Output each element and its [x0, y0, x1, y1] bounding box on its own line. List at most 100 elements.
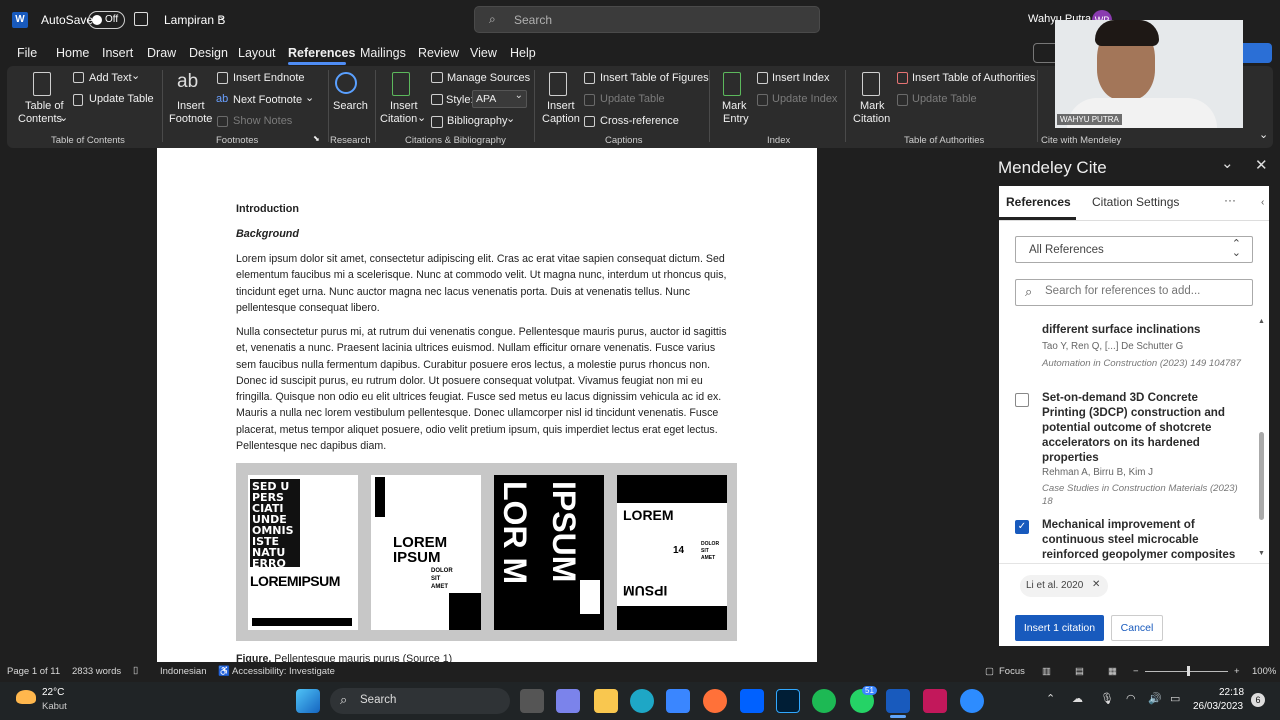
scrollbar-thumb[interactable]: [1259, 432, 1264, 520]
doc-figure[interactable]: SED U PERS CIATI UNDE OMNIS ISTE NATU ERRO SIT L…: [236, 463, 737, 641]
next-footnote-dropdown-icon[interactable]: ⌄: [305, 91, 314, 104]
update-table-button[interactable]: Update Table: [89, 93, 154, 105]
list-scrollbar[interactable]: ▲ ▼: [1257, 318, 1266, 562]
proofing-icon[interactable]: ▯: [133, 665, 138, 676]
mark-citation-line2[interactable]: Citation: [853, 113, 890, 125]
update-table-captions-button[interactable]: Update Table: [600, 93, 665, 105]
document-page[interactable]: Introduction Background Lorem ipsum dolo…: [157, 148, 817, 662]
teams-chat-icon[interactable]: [556, 689, 580, 713]
mark-entry-line1[interactable]: Mark: [722, 100, 746, 112]
insert-caption-line2[interactable]: Caption: [542, 113, 580, 125]
focus-button[interactable]: Focus: [999, 666, 1025, 677]
firefox-icon[interactable]: [703, 689, 727, 713]
update-toa-button[interactable]: Update Table: [912, 93, 977, 105]
reference-list[interactable]: different surface inclinations Tao Y, Re…: [999, 320, 1259, 562]
microphone-icon[interactable]: 🎙: [1100, 692, 1114, 705]
file-explorer-icon[interactable]: [594, 689, 618, 713]
language[interactable]: Indonesian: [160, 666, 206, 677]
zoom-slider[interactable]: [1145, 666, 1228, 676]
edge-icon[interactable]: [630, 689, 654, 713]
manage-sources-button[interactable]: Manage Sources: [447, 72, 530, 84]
microsoft-store-icon[interactable]: [666, 689, 690, 713]
autosave-toggle[interactable]: Off: [88, 11, 125, 29]
wifi-icon[interactable]: ◠: [1126, 692, 1136, 705]
citation-chip[interactable]: Li et al. 2020 ✕: [1020, 575, 1108, 597]
notification-count[interactable]: 6: [1251, 693, 1265, 707]
cross-reference-button[interactable]: Cross-reference: [600, 115, 679, 127]
insert-citation-line2[interactable]: Citation: [380, 113, 417, 125]
weather-icon[interactable]: [16, 690, 36, 704]
insert-table-of-authorities-button[interactable]: Insert Table of Authorities: [912, 72, 1035, 84]
menu-file[interactable]: File: [17, 46, 37, 60]
insert-endnote-button[interactable]: Insert Endnote: [233, 72, 305, 84]
scroll-up-icon[interactable]: ▲: [1258, 318, 1265, 325]
search-box[interactable]: ⌕ Search: [474, 6, 820, 33]
update-index-button[interactable]: Update Index: [772, 93, 837, 105]
insert-caption-line1[interactable]: Insert: [547, 100, 575, 112]
clock-date[interactable]: 26/03/2023: [1193, 701, 1243, 712]
more-options-icon[interactable]: ···: [1224, 193, 1236, 207]
web-layout-icon[interactable]: ▦: [1108, 666, 1117, 677]
cancel-button[interactable]: Cancel: [1111, 615, 1163, 641]
mendeley-taskbar-icon[interactable]: [923, 689, 947, 713]
dropbox-icon[interactable]: [740, 689, 764, 713]
accessibility-status[interactable]: Accessibility: Investigate: [232, 666, 335, 677]
insert-index-button[interactable]: Insert Index: [772, 72, 829, 84]
bibliography-button[interactable]: Bibliography: [447, 115, 508, 127]
insert-citation-line1[interactable]: Insert: [390, 100, 418, 112]
reference-search-input[interactable]: [1045, 285, 1245, 297]
document-name[interactable]: Lampiran B: [164, 13, 225, 27]
task-view-icon[interactable]: [520, 689, 544, 713]
menu-view[interactable]: View: [470, 46, 497, 60]
weather-condition[interactable]: Kabut: [42, 701, 67, 712]
close-icon[interactable]: ✕: [1255, 156, 1268, 174]
menu-layout[interactable]: Layout: [238, 46, 276, 60]
menu-mailings[interactable]: Mailings: [360, 46, 406, 60]
word-taskbar-icon[interactable]: [886, 689, 910, 713]
scroll-down-icon[interactable]: ▼: [1258, 550, 1265, 557]
network-icon[interactable]: ☁: [1072, 692, 1083, 705]
panel-collapse-icon[interactable]: ⌄: [1221, 154, 1234, 172]
panel-side-arrow-icon[interactable]: ‹: [1261, 197, 1264, 208]
zoom-icon[interactable]: [960, 689, 984, 713]
insert-footnote-line2[interactable]: Footnote: [169, 113, 212, 125]
toc-dropdown-icon[interactable]: ⌄: [59, 111, 68, 124]
mark-entry-line2[interactable]: Entry: [723, 113, 749, 125]
show-notes-button[interactable]: Show Notes: [233, 115, 292, 127]
tab-references[interactable]: References: [1006, 195, 1071, 209]
volume-icon[interactable]: 🔊: [1148, 692, 1162, 705]
footnotes-dialog-launcher-icon[interactable]: ⬊: [313, 134, 320, 143]
menu-home[interactable]: Home: [56, 46, 89, 60]
next-footnote-button[interactable]: Next Footnote: [233, 94, 302, 106]
reference-checkbox[interactable]: [1015, 393, 1029, 407]
zoom-out-icon[interactable]: −: [1133, 666, 1139, 677]
chevron-down-icon[interactable]: ⌄: [218, 11, 226, 22]
word-count[interactable]: 2833 words: [72, 666, 121, 677]
weather-temp[interactable]: 22°C: [42, 687, 64, 698]
print-layout-icon[interactable]: ▤: [1075, 666, 1084, 677]
bibliography-dropdown-icon[interactable]: ⌄: [506, 112, 515, 125]
chevron-up-icon[interactable]: ⌃: [1046, 692, 1055, 705]
zoom-slider-thumb[interactable]: [1187, 666, 1190, 676]
menu-design[interactable]: Design: [189, 46, 228, 60]
read-mode-icon[interactable]: ▥: [1042, 666, 1051, 677]
menu-draw[interactable]: Draw: [147, 46, 176, 60]
toc-button-line1[interactable]: Table of: [25, 100, 64, 112]
tab-citation-settings[interactable]: Citation Settings: [1092, 195, 1179, 209]
toc-button-line2[interactable]: Contents: [18, 113, 62, 125]
insert-table-of-figures-button[interactable]: Insert Table of Figures: [600, 72, 709, 84]
research-search-button[interactable]: Search: [333, 100, 368, 112]
reference-checkbox-checked[interactable]: ✓: [1015, 520, 1029, 534]
collapse-ribbon-icon[interactable]: ⌄: [1259, 128, 1268, 141]
menu-review[interactable]: Review: [418, 46, 459, 60]
menu-references[interactable]: References: [288, 46, 355, 60]
photoshop-icon[interactable]: [776, 689, 800, 713]
windows-start-icon[interactable]: [296, 689, 320, 713]
filter-select[interactable]: All References ⌃ ⌄: [1015, 236, 1253, 263]
taskbar-search[interactable]: ⌕ Search: [330, 688, 510, 714]
style-select[interactable]: APA ⌄: [472, 90, 527, 108]
zoom-level[interactable]: 100%: [1252, 666, 1276, 677]
add-text-dropdown-icon[interactable]: ⌄: [131, 69, 140, 82]
mark-citation-line1[interactable]: Mark: [860, 100, 884, 112]
spotify-icon[interactable]: [812, 689, 836, 713]
